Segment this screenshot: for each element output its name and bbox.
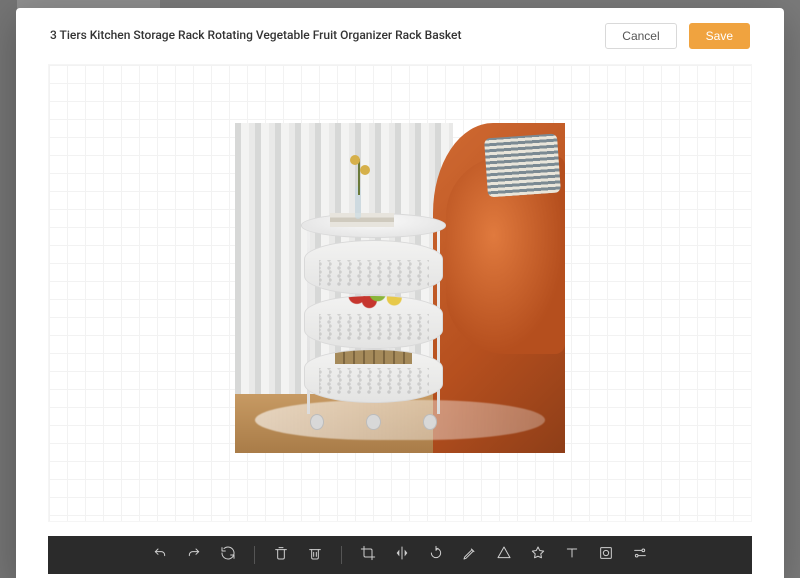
toolbar-divider <box>341 546 342 564</box>
delete-all-button[interactable] <box>305 545 325 565</box>
mask-icon <box>598 545 614 565</box>
mask-button[interactable] <box>596 545 616 565</box>
modal-header: 3 Tiers Kitchen Storage Rack Rotating Ve… <box>16 8 784 64</box>
reset-icon <box>220 545 236 565</box>
rotate-icon <box>428 545 444 565</box>
crop-icon <box>360 545 376 565</box>
image-title: 3 Tiers Kitchen Storage Rack Rotating Ve… <box>50 28 593 44</box>
filter-icon <box>632 545 648 565</box>
product-image[interactable] <box>235 123 565 453</box>
save-button[interactable]: Save <box>689 23 750 49</box>
delete-button[interactable] <box>271 545 291 565</box>
close-button[interactable] <box>754 14 776 36</box>
toolbar-divider <box>254 546 255 564</box>
editor-toolbar <box>48 536 752 574</box>
rotate-button[interactable] <box>426 545 446 565</box>
cancel-button[interactable]: Cancel <box>605 23 676 49</box>
draw-icon <box>462 545 478 565</box>
undo-button[interactable] <box>150 545 170 565</box>
reset-button[interactable] <box>218 545 238 565</box>
text-icon <box>564 545 580 565</box>
delete-all-icon <box>307 545 323 565</box>
star-button[interactable] <box>528 545 548 565</box>
flip-icon <box>394 545 410 565</box>
star-icon <box>530 545 546 565</box>
shape-button[interactable] <box>494 545 514 565</box>
image-editor-modal: 3 Tiers Kitchen Storage Rack Rotating Ve… <box>16 8 784 578</box>
draw-button[interactable] <box>460 545 480 565</box>
shape-icon <box>496 545 512 565</box>
editor-footer <box>48 536 752 578</box>
editor-canvas[interactable] <box>48 64 752 522</box>
redo-icon <box>186 545 202 565</box>
undo-icon <box>152 545 168 565</box>
flip-button[interactable] <box>392 545 412 565</box>
filter-button[interactable] <box>630 545 650 565</box>
crop-button[interactable] <box>358 545 378 565</box>
delete-icon <box>273 545 289 565</box>
text-button[interactable] <box>562 545 582 565</box>
redo-button[interactable] <box>184 545 204 565</box>
